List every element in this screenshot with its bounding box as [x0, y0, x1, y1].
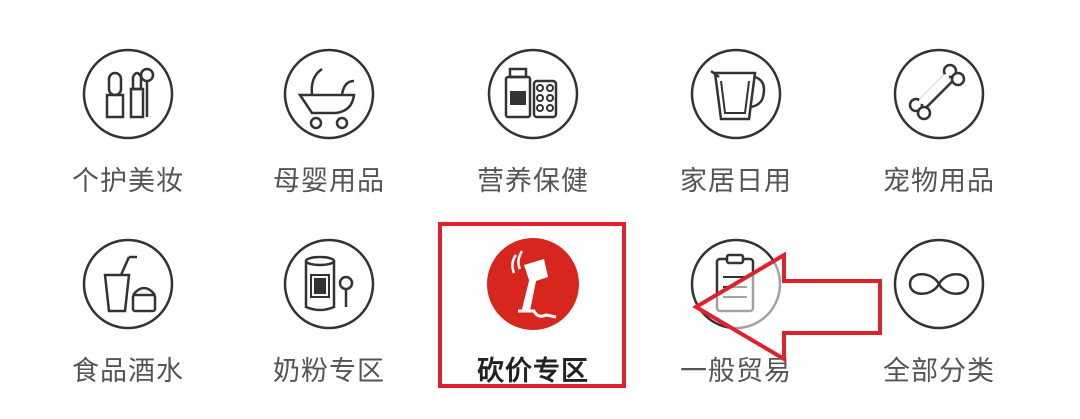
category-personal-care[interactable]: 个护美妆 [27, 47, 229, 227]
category-label: 个护美妆 [72, 166, 184, 197]
left-arrow-icon [680, 245, 890, 365]
category-label: 营养保健 [477, 166, 589, 197]
category-label: 奶粉专区 [273, 356, 385, 387]
category-food-drinks[interactable]: 食品酒水 [27, 237, 229, 417]
stroller-icon [282, 47, 376, 141]
highlight-box [438, 222, 626, 388]
bone-icon [892, 47, 986, 141]
infinity-icon [892, 237, 986, 331]
category-mother-baby[interactable]: 母婴用品 [228, 47, 430, 227]
category-nutrition[interactable]: 营养保健 [432, 47, 634, 227]
category-label: 家居日用 [680, 166, 792, 197]
category-label: 食品酒水 [72, 356, 184, 387]
drinks-icon [81, 237, 175, 331]
supplements-icon [486, 47, 580, 141]
milk-powder-icon [282, 237, 376, 331]
cosmetics-icon [81, 47, 175, 141]
category-label: 宠物用品 [883, 166, 995, 197]
water-pitcher-icon [689, 47, 783, 141]
category-milk-powder[interactable]: 奶粉专区 [228, 237, 430, 417]
category-label: 全部分类 [883, 356, 995, 387]
category-label: 母婴用品 [273, 166, 385, 197]
category-pet[interactable]: 宠物用品 [838, 47, 1040, 227]
category-household[interactable]: 家居日用 [635, 47, 837, 227]
